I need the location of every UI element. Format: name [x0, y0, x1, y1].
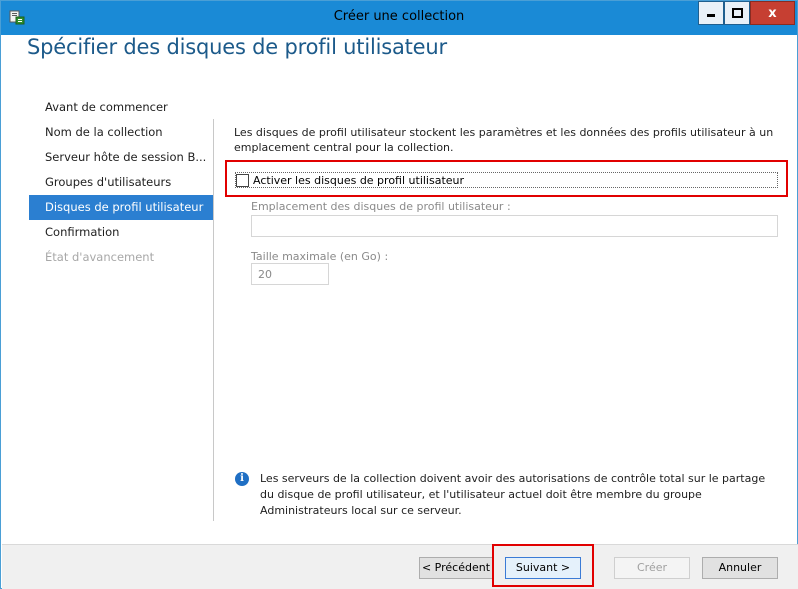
- page-title: Spécifier des disques de profil utilisat…: [27, 35, 447, 59]
- nav-item-avant-de-commencer[interactable]: Avant de commencer: [29, 95, 213, 120]
- location-input[interactable]: [251, 215, 778, 237]
- maximize-icon: [731, 8, 743, 18]
- minimize-button[interactable]: [698, 1, 724, 25]
- previous-button-label: < Précédent: [421, 561, 491, 574]
- next-button[interactable]: Suivant >: [505, 557, 581, 579]
- nav-item-etat-avancement: État d'avancement: [45, 250, 155, 264]
- nav-item-disques-profil[interactable]: Disques de profil utilisateur: [29, 195, 213, 220]
- previous-button[interactable]: < Précédent: [419, 557, 493, 579]
- info-message: Les serveurs de la collection doivent av…: [260, 472, 766, 517]
- info-icon: i: [235, 472, 249, 486]
- location-label: Emplacement des disques de profil utilis…: [251, 200, 511, 213]
- max-size-input[interactable]: 20: [251, 263, 329, 285]
- close-icon: x: [768, 5, 777, 21]
- close-button[interactable]: x: [750, 1, 795, 25]
- nav-divider: [213, 119, 214, 521]
- enable-profile-disks-checkbox[interactable]: [236, 173, 249, 187]
- next-button-label: Suivant >: [515, 561, 571, 574]
- max-size-label: Taille maximale (en Go) :: [251, 250, 389, 263]
- cancel-button-label: Annuler: [718, 561, 762, 574]
- create-button: Créer: [614, 557, 690, 579]
- enable-profile-disks-checkbox-row[interactable]: Activer les disques de profil utilisateu…: [235, 172, 778, 188]
- enable-profile-disks-label[interactable]: Activer les disques de profil utilisateu…: [253, 174, 464, 187]
- maximize-button[interactable]: [724, 1, 750, 25]
- nav-item-serveur-hote[interactable]: Serveur hôte de session B...: [29, 145, 213, 170]
- create-button-label: Créer: [636, 561, 668, 574]
- window-title: Créer une collection: [333, 9, 465, 24]
- wizard-nav: Avant de commencer Nom de la collection …: [29, 95, 213, 270]
- cancel-button[interactable]: Annuler: [702, 557, 778, 579]
- description-text: Les disques de profil utilisateur stocke…: [234, 126, 774, 154]
- nav-item-confirmation[interactable]: Confirmation: [29, 220, 213, 245]
- nav-item-nom-collection[interactable]: Nom de la collection: [29, 120, 213, 145]
- title-bar[interactable]: Créer une collection x: [1, 1, 797, 35]
- create-collection-window: Créer une collection x Spécifier des dis…: [0, 0, 798, 589]
- minimize-icon: [707, 14, 715, 17]
- nav-item-groupes-utilisateurs[interactable]: Groupes d'utilisateurs: [29, 170, 213, 195]
